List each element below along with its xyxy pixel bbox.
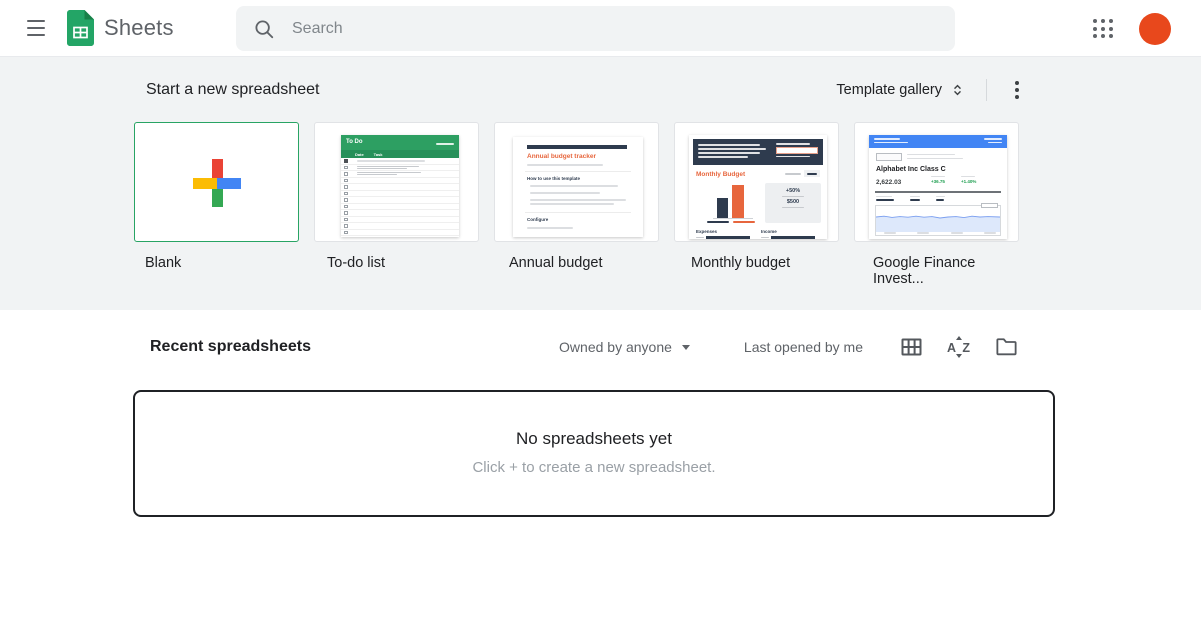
- recent-section: Recent spreadsheets Owned by anyone Last…: [0, 334, 1201, 517]
- header-actions: [1087, 0, 1171, 57]
- todo-thumbnail: To Do Date Task: [341, 135, 459, 237]
- template-card-annual-budget[interactable]: Annual budget tracker How to use this te…: [494, 122, 659, 242]
- google-apps-icon[interactable]: [1087, 13, 1119, 44]
- mini-bar-chart: [713, 183, 753, 219]
- template-card-todo-list[interactable]: To Do Date Task: [314, 122, 479, 242]
- finance-thumbnail: Alphabet Inc Class C 2,622.03 +36.75 +1.…: [869, 135, 1007, 239]
- template-section: Start a new spreadsheet Template gallery: [0, 57, 1201, 310]
- template-label-annual-budget[interactable]: Annual budget: [498, 255, 665, 287]
- search-icon: [253, 18, 275, 40]
- app-title: Sheets: [104, 15, 174, 41]
- recent-section-title: Recent spreadsheets: [133, 338, 311, 356]
- folder-icon: [996, 338, 1017, 356]
- template-label-monthly-budget[interactable]: Monthly budget: [680, 255, 847, 287]
- divider: [986, 79, 987, 101]
- owner-filter-label: Owned by anyone: [559, 339, 672, 355]
- owner-filter-dropdown[interactable]: Owned by anyone: [553, 338, 696, 356]
- template-gallery-button[interactable]: Template gallery: [828, 75, 972, 105]
- sort-az-icon: A Z: [947, 337, 971, 357]
- mini-area-chart: [875, 205, 1001, 236]
- search-bar[interactable]: [236, 6, 955, 51]
- template-options-icon[interactable]: [999, 72, 1035, 108]
- grid-view-button[interactable]: [899, 336, 924, 358]
- new-blank-plus-icon: [193, 159, 241, 207]
- annual-budget-thumbnail: Annual budget tracker How to use this te…: [513, 137, 643, 237]
- template-labels: Blank To-do list Annual budget Monthly b…: [134, 255, 1035, 287]
- template-section-title: Start a new spreadsheet: [134, 81, 319, 99]
- sheets-logo-icon: [67, 10, 94, 46]
- empty-state-title: No spreadsheets yet: [135, 429, 1053, 449]
- dropdown-caret-icon: [682, 345, 690, 350]
- template-label-google-finance[interactable]: Google Finance Invest...: [862, 255, 1029, 287]
- sort-order-label: Last opened by me: [744, 339, 863, 355]
- open-file-picker-button[interactable]: [994, 336, 1019, 358]
- empty-state-subtitle: Click + to create a new spreadsheet.: [135, 459, 1053, 476]
- template-label-todo-list[interactable]: To-do list: [316, 255, 483, 287]
- template-card-google-finance[interactable]: Alphabet Inc Class C 2,622.03 +36.75 +1.…: [854, 122, 1019, 242]
- main-menu-button[interactable]: [15, 8, 57, 48]
- empty-state-box: No spreadsheets yet Click + to create a …: [133, 390, 1055, 517]
- template-card-monthly-budget[interactable]: Monthly Budget +50% $500 Expenses: [674, 122, 839, 242]
- template-card-blank[interactable]: [134, 122, 299, 242]
- unfold-more-icon: [951, 81, 964, 99]
- template-label-blank[interactable]: Blank: [134, 255, 301, 287]
- account-avatar[interactable]: [1139, 13, 1171, 45]
- monthly-budget-thumbnail: Monthly Budget +50% $500 Expenses: [689, 135, 827, 239]
- sheets-home-link[interactable]: Sheets: [67, 10, 174, 46]
- search-input[interactable]: [290, 19, 910, 39]
- sort-az-button[interactable]: A Z: [945, 335, 973, 359]
- todo-thumb-title: To Do: [346, 139, 363, 145]
- hamburger-icon: [27, 20, 45, 22]
- template-cards: To Do Date Task: [134, 122, 1035, 242]
- template-gallery-label: Template gallery: [836, 82, 942, 98]
- grid-view-icon: [901, 338, 922, 356]
- top-app-bar: Sheets: [0, 0, 1201, 57]
